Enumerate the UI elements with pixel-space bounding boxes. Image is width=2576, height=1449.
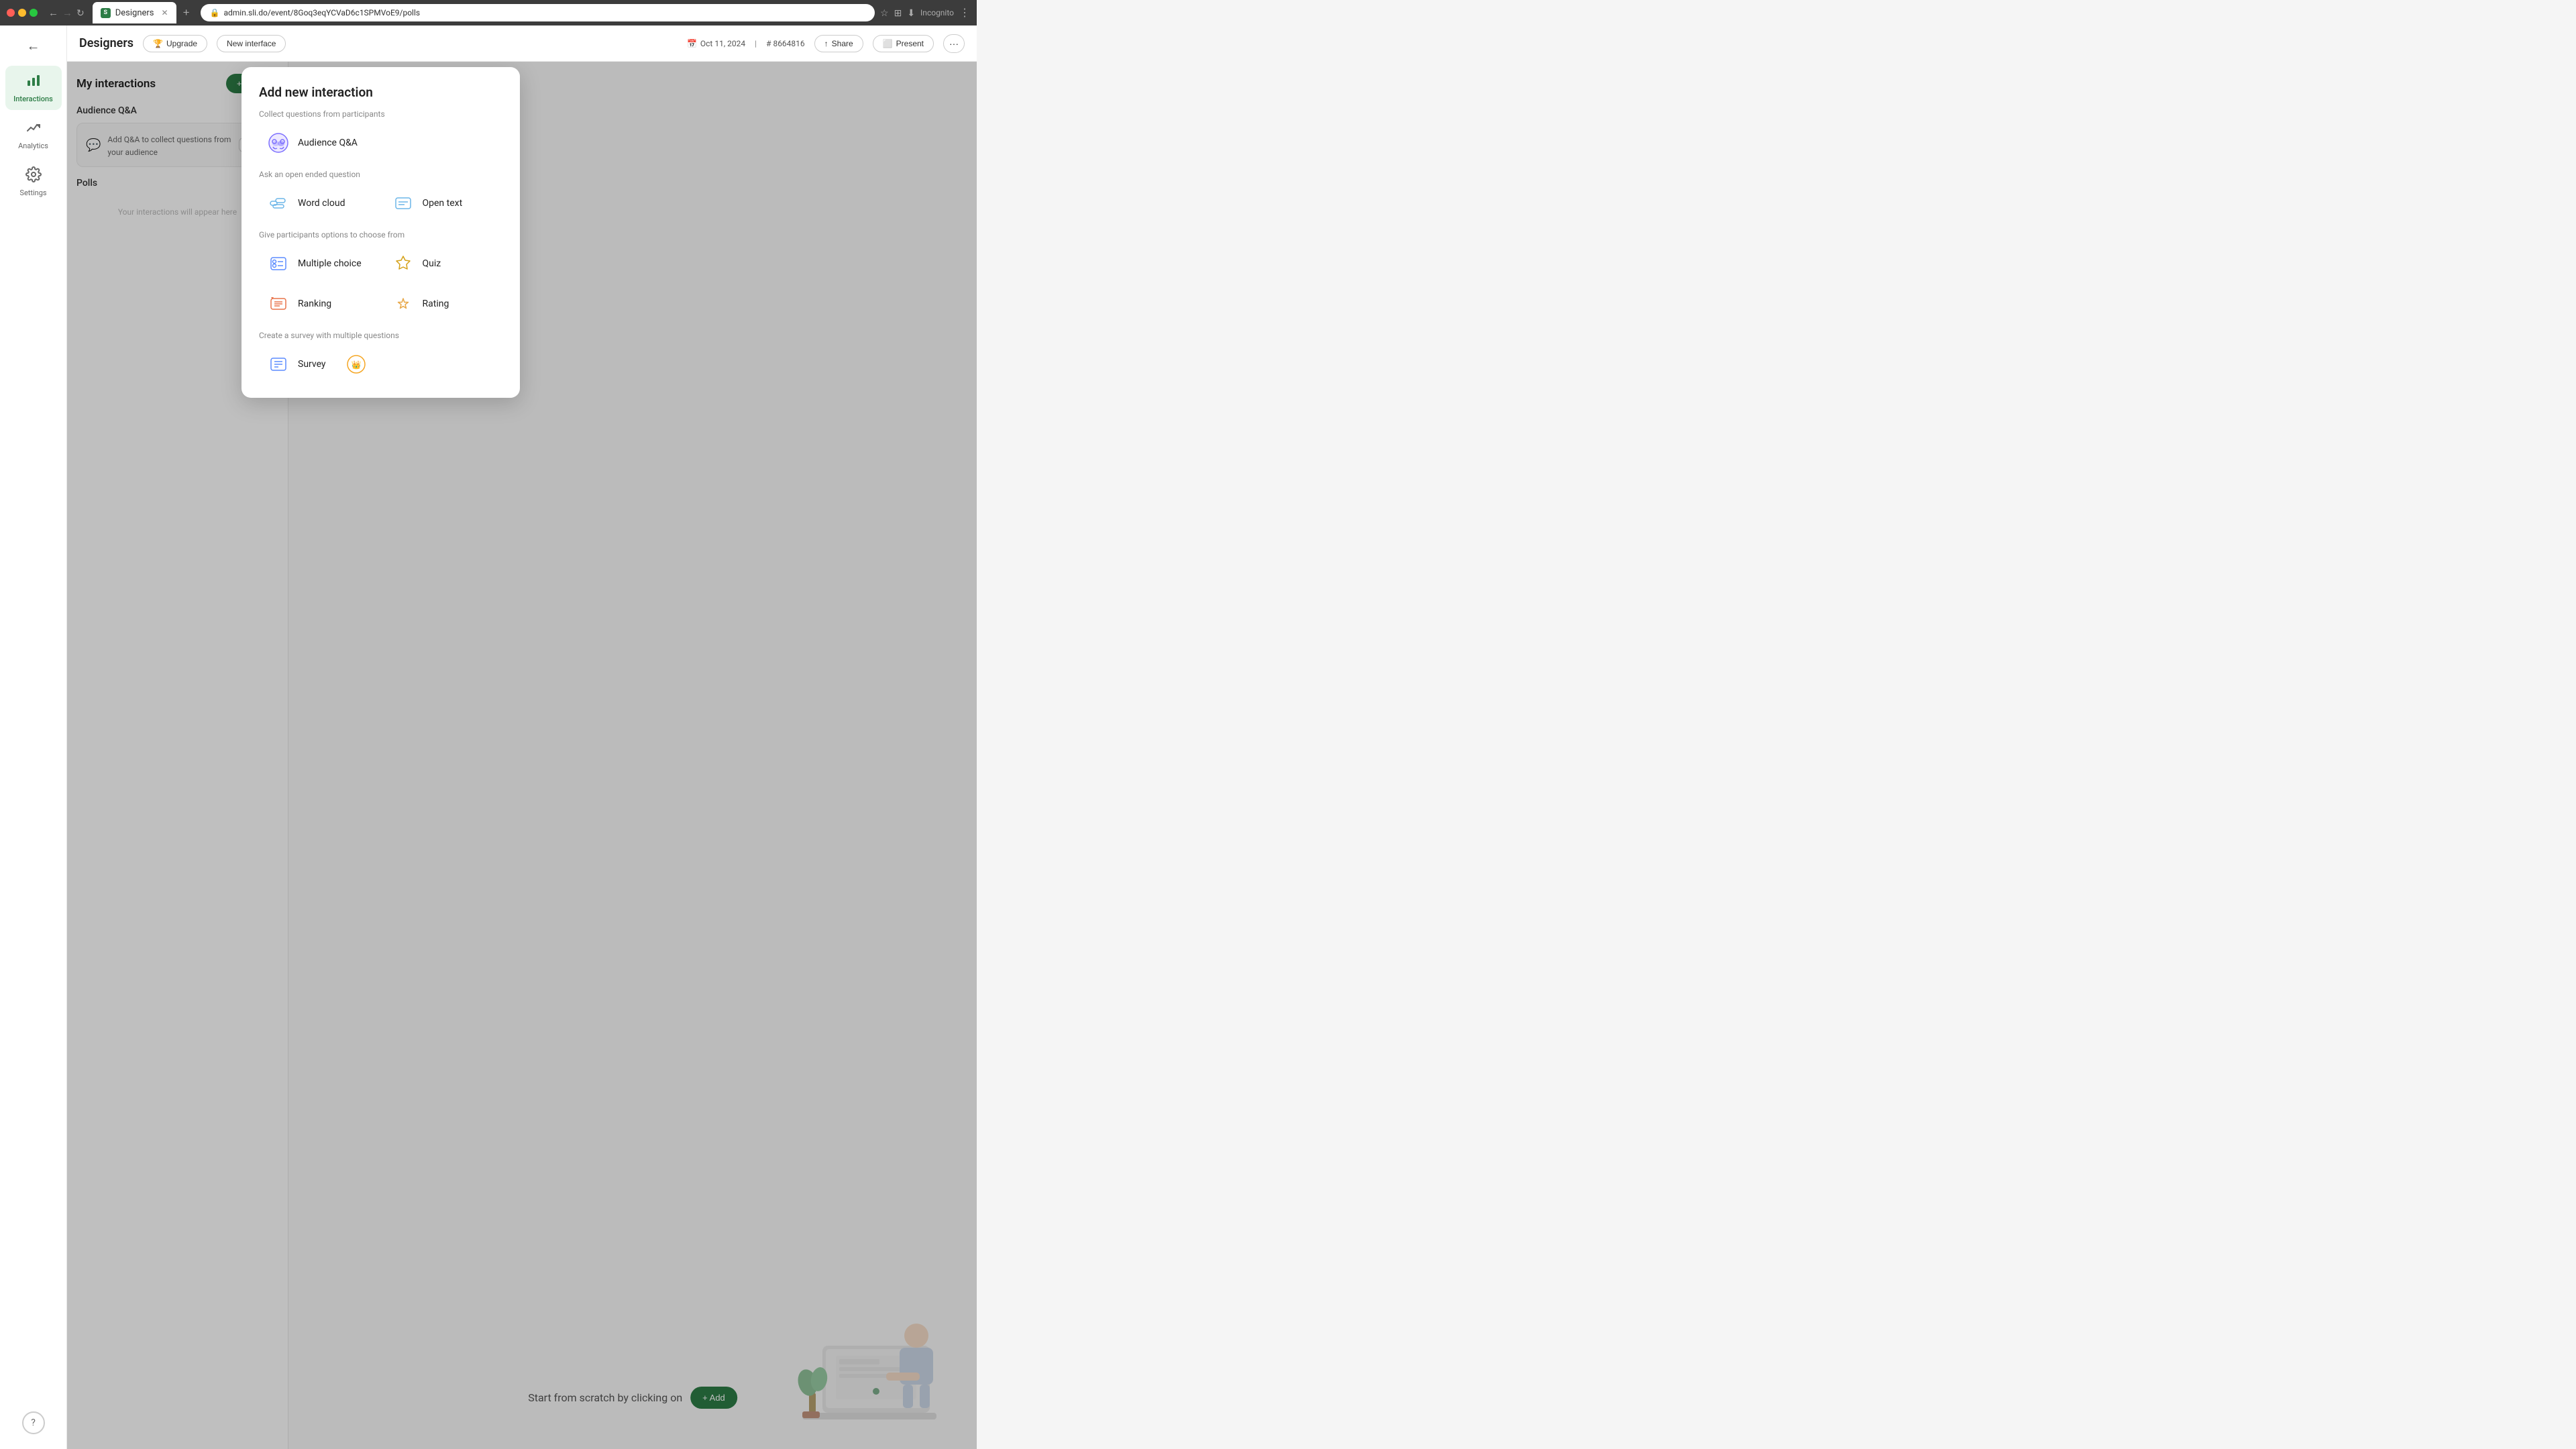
sidebar-item-interactions[interactable]: Interactions [5,66,62,110]
extensions-btn[interactable]: ⊞ [894,7,902,19]
open-text-option[interactable]: Open text [384,184,503,222]
settings-icon [25,166,42,186]
modal-section2-label: Ask an open ended question [259,170,502,179]
quiz-icon [390,251,416,276]
back-nav-btn[interactable]: ← [48,7,58,19]
multiple-choice-label: Multiple choice [298,258,362,269]
sidebar: ← Interactions Analytics Settings ? [0,25,67,1449]
word-cloud-icon [266,191,291,216]
multiple-choice-icon [266,251,291,276]
lock-icon: 🔒 [210,8,220,17]
forward-nav-btn[interactable]: → [62,7,72,19]
minimize-browser-btn[interactable] [18,9,26,17]
settings-label: Settings [19,189,46,197]
audience-qa-icon [266,130,291,156]
modal-title: Add new interaction [259,85,502,100]
survey-label: Survey [298,359,326,370]
close-browser-btn[interactable] [7,9,15,17]
new-interface-btn[interactable]: New interface [217,35,286,52]
premium-badge: 👑 [343,352,369,377]
rating-label: Rating [423,299,449,309]
audience-qa-option[interactable]: Audience Q&A [259,124,502,162]
open-text-icon [390,191,416,216]
ranking-option[interactable]: Ranking [259,285,378,323]
quiz-option[interactable]: Quiz [384,245,503,282]
survey-icon [266,352,291,377]
modal-section4-label: Create a survey with multiple questions [259,331,502,340]
sidebar-item-analytics[interactable]: Analytics [5,113,62,157]
upgrade-btn[interactable]: 🏆 Upgrade [143,35,207,52]
app-header: Designers 🏆 Upgrade New interface 📅 Oct … [67,25,977,62]
sidebar-item-settings[interactable]: Settings [5,160,62,204]
new-tab-btn[interactable]: + [183,6,190,19]
svg-text:👑: 👑 [351,360,361,370]
present-btn[interactable]: ⬜ Present [873,35,934,52]
help-btn[interactable]: ? [22,1411,45,1434]
event-date: 📅 Oct 11, 2024 [687,39,745,48]
ranking-label: Ranking [298,299,331,309]
menu-btn[interactable]: ⋮ [959,6,970,19]
bookmark-btn[interactable]: ☆ [880,7,889,19]
quiz-label: Quiz [423,258,441,269]
share-btn[interactable]: ↑ Share [814,35,863,52]
analytics-icon [25,119,42,139]
back-btn[interactable]: ← [21,34,46,58]
modal-section3-label: Give participants options to choose from [259,230,502,239]
divider1: | [755,39,757,48]
tab-title: Designers [115,8,154,18]
rating-icon [390,291,416,317]
word-cloud-label: Word cloud [298,198,345,209]
maximize-browser-btn[interactable] [30,9,38,17]
modal-backdrop[interactable] [67,62,977,1449]
open-text-label: Open text [423,198,463,209]
ranking-icon [266,291,291,317]
app-title: Designers [79,36,133,50]
tab-favicon: S [101,8,111,18]
address-bar[interactable]: admin.sli.do/event/8Goq3eqYCVaD6c1SPMVoE… [223,8,420,17]
multiple-choice-option[interactable]: Multiple choice [259,245,378,282]
word-cloud-option[interactable]: Word cloud [259,184,378,222]
interactions-label: Interactions [13,95,53,103]
survey-option[interactable]: Survey [259,345,333,383]
rating-option[interactable]: Rating [384,285,503,323]
download-btn[interactable]: ⬇ [907,7,915,19]
audience-qa-label: Audience Q&A [298,138,358,148]
tab-close-btn[interactable]: ✕ [162,8,168,17]
add-interaction-modal: Add new interaction Collect questions fr… [241,67,520,398]
analytics-label: Analytics [18,142,48,150]
incognito-label: Incognito [920,8,954,17]
modal-section1-label: Collect questions from participants [259,109,502,119]
interactions-icon [25,72,42,92]
reload-btn[interactable]: ↻ [76,7,85,19]
more-options-btn[interactable]: ··· [943,34,965,53]
event-id: # 8664816 [766,39,805,48]
